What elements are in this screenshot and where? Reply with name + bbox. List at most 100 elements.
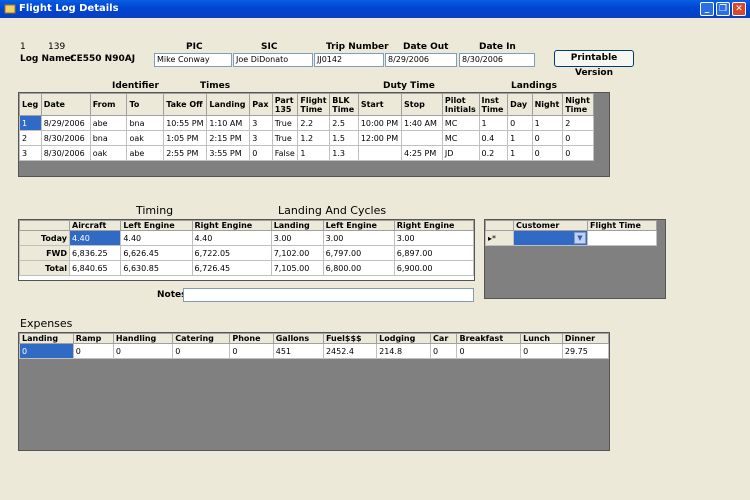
legs-cell[interactable]: oak: [89, 145, 128, 161]
expenses-column-header[interactable]: Gallons: [272, 333, 324, 344]
timing-cell[interactable]: 6,797.00: [322, 245, 395, 261]
legs-cell[interactable]: 10:00 PM: [357, 115, 403, 131]
chevron-down-icon[interactable]: ▼: [574, 232, 586, 244]
legs-column-header[interactable]: Night: [531, 93, 564, 116]
legs-cell[interactable]: bna: [126, 115, 165, 131]
legs-cell[interactable]: 3: [249, 130, 273, 146]
expenses-column-header[interactable]: Phone: [229, 333, 274, 344]
legs-cell[interactable]: abe: [89, 115, 128, 131]
pic-field[interactable]: Mike Conway: [154, 53, 232, 67]
legs-column-header[interactable]: Leg: [19, 93, 42, 116]
legs-cell[interactable]: 0: [507, 115, 533, 131]
timing-cell[interactable]: 7,105.00: [270, 260, 324, 276]
expenses-column-header[interactable]: Dinner: [561, 333, 610, 344]
legs-grid[interactable]: Leg Date From To Take Off Landing Pax Part 135 F…: [18, 92, 610, 177]
legs-cell[interactable]: 12:00 PM: [357, 130, 403, 146]
timing-cell[interactable]: 6,722.05: [191, 245, 272, 261]
table-row[interactable]: Total 6,840.65 6,630.85 6,726.45 7,105.00 6,8…: [19, 260, 475, 276]
legs-cell[interactable]: 3: [19, 145, 42, 161]
legs-cell[interactable]: 1: [507, 145, 533, 161]
legs-cell[interactable]: 0.2: [478, 145, 509, 161]
timing-cell[interactable]: 6,900.00: [393, 260, 475, 276]
legs-cell[interactable]: 2: [19, 130, 42, 146]
legs-column-header[interactable]: Stop: [401, 93, 443, 116]
table-row[interactable]: Today 4.40 4.40 4.40 3.00 3.00 3.00: [19, 230, 475, 246]
timing-cell[interactable]: 6,800.00: [322, 260, 395, 276]
legs-cell[interactable]: MC: [441, 130, 480, 146]
expenses-cell[interactable]: 29.75: [561, 343, 610, 359]
legs-cell[interactable]: 1:10 AM: [206, 115, 251, 131]
expenses-cell[interactable]: 0: [19, 343, 74, 359]
timing-cell[interactable]: 3.00: [270, 230, 324, 246]
legs-cell[interactable]: abe: [126, 145, 165, 161]
customer-select[interactable]: ▼: [513, 230, 588, 246]
legs-cell[interactable]: 1:40 AM: [401, 115, 443, 131]
legs-cell[interactable]: True: [271, 115, 299, 131]
legs-column-header[interactable]: BLK Time: [329, 93, 359, 116]
legs-cell[interactable]: MC: [441, 115, 480, 131]
legs-cell[interactable]: 0: [562, 130, 594, 146]
expenses-column-header[interactable]: Handling: [112, 333, 174, 344]
legs-cell[interactable]: 1: [531, 115, 564, 131]
timing-cell[interactable]: 6,626.45: [120, 245, 193, 261]
date-out-field[interactable]: 8/29/2006: [385, 53, 457, 67]
timing-cell[interactable]: 6,836.25: [68, 245, 122, 261]
legs-column-header[interactable]: To: [126, 93, 165, 116]
expenses-cell[interactable]: 0: [72, 343, 114, 359]
legs-cell[interactable]: 1.2: [297, 130, 331, 146]
table-row[interactable]: FWD 6,836.25 6,626.45 6,722.05 7,102.00 6,797…: [19, 245, 475, 261]
legs-cell[interactable]: 2:55 PM: [163, 145, 208, 161]
legs-cell[interactable]: 0: [531, 130, 564, 146]
expenses-cell[interactable]: 0: [172, 343, 231, 359]
expenses-column-header[interactable]: Lodging: [376, 333, 432, 344]
legs-cell[interactable]: 0.4: [478, 130, 509, 146]
table-row[interactable]: 1 8/29/2006 abe bna 10:55 PM 1:10 AM 3 True 2.2 2…: [19, 115, 594, 131]
timing-cell[interactable]: 6,840.65: [68, 260, 122, 276]
maximize-button[interactable]: ❐: [716, 2, 730, 16]
legs-cell[interactable]: 8/29/2006: [40, 115, 91, 131]
legs-cell[interactable]: 1: [507, 130, 533, 146]
legs-cell[interactable]: True: [271, 130, 299, 146]
timing-column-header[interactable]: Landing: [270, 220, 324, 231]
legs-cell[interactable]: 4:25 PM: [401, 145, 443, 161]
legs-cell[interactable]: 2:15 PM: [206, 130, 251, 146]
trip-number-field[interactable]: JJ0142: [314, 53, 384, 67]
expenses-column-header[interactable]: Ramp: [72, 333, 114, 344]
legs-cell[interactable]: 2: [562, 115, 594, 131]
timing-cell[interactable]: 4.40: [120, 230, 193, 246]
legs-cell[interactable]: 2.5: [329, 115, 359, 131]
timing-column-header[interactable]: Left Engine: [322, 220, 395, 231]
legs-cell[interactable]: JD: [441, 145, 480, 161]
legs-cell[interactable]: 0: [562, 145, 594, 161]
legs-column-header[interactable]: Start: [357, 93, 403, 116]
legs-column-header[interactable]: Inst Time: [478, 93, 509, 116]
legs-cell[interactable]: 0: [249, 145, 273, 161]
legs-cell[interactable]: 1.5: [329, 130, 359, 146]
legs-cell[interactable]: False: [271, 145, 299, 161]
legs-column-header[interactable]: Flight Time: [297, 93, 331, 116]
printable-version-button[interactable]: Printable Version: [554, 50, 634, 78]
legs-cell[interactable]: 10:55 PM: [163, 115, 208, 131]
timing-cell[interactable]: 3.00: [393, 230, 475, 246]
legs-cell[interactable]: 1: [478, 115, 509, 131]
expenses-cell[interactable]: 214.8: [376, 343, 432, 359]
legs-column-header[interactable]: Date: [40, 93, 91, 116]
legs-column-header[interactable]: Take Off: [163, 93, 208, 116]
table-row[interactable]: 2 8/30/2006 bna oak 1:05 PM 2:15 PM 3 True 1.2 1.…: [19, 130, 594, 146]
legs-cell[interactable]: 8/30/2006: [40, 145, 91, 161]
timing-cell[interactable]: 7,102.00: [270, 245, 324, 261]
timing-cell[interactable]: 4.40: [191, 230, 272, 246]
legs-cell[interactable]: oak: [126, 130, 165, 146]
legs-column-header[interactable]: Landing: [206, 93, 251, 116]
expenses-column-header[interactable]: Landing: [19, 333, 74, 344]
date-in-field[interactable]: 8/30/2006: [459, 53, 535, 67]
expenses-column-header[interactable]: Catering: [172, 333, 231, 344]
customer-grid[interactable]: Customer Flight Time ▸* ▼: [484, 219, 666, 299]
legs-cell[interactable]: 1: [297, 145, 331, 161]
minimize-button[interactable]: _: [700, 2, 714, 16]
legs-cell[interactable]: [357, 145, 403, 161]
legs-cell[interactable]: 1.3: [329, 145, 359, 161]
notes-field[interactable]: [183, 288, 474, 302]
expenses-column-header[interactable]: Breakfast: [456, 333, 522, 344]
timing-cell[interactable]: 3.00: [322, 230, 395, 246]
